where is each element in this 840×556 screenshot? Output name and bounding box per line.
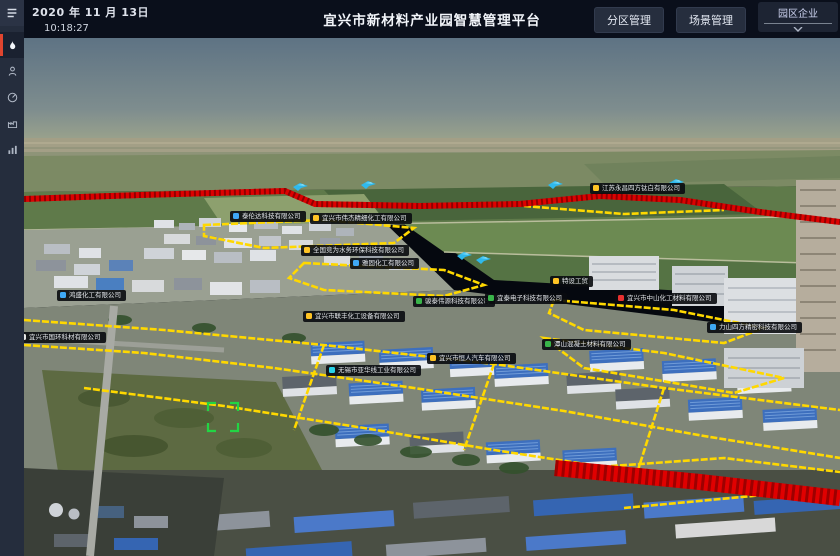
factory-pin-icon	[545, 341, 551, 347]
factory-pin-icon	[306, 313, 312, 319]
company-marker[interactable]: 泰伦达科技有限公司	[230, 211, 306, 222]
company-marker-label: 宜兴市恒人汽车有限公司	[439, 355, 511, 362]
factory-pin-icon	[553, 278, 559, 284]
flame-icon	[6, 39, 19, 52]
company-marker[interactable]: 潭山混凝土材料有限公司	[542, 339, 631, 350]
company-marker-label: 潭山混凝土材料有限公司	[554, 341, 626, 348]
dropdown-label: 园区企业	[778, 3, 818, 23]
company-marker-label: 全国竞为水务环保科技有限公司	[313, 247, 404, 254]
factory-pin-icon	[24, 334, 26, 340]
company-marker[interactable]: 全国竞为水务环保科技有限公司	[301, 245, 409, 256]
sky	[24, 38, 840, 140]
company-marker-label: 宜泰电子科技有限公司	[497, 295, 562, 302]
company-marker[interactable]: 鸿盛化工有限公司	[57, 290, 126, 301]
factory-pin-icon	[353, 260, 359, 266]
factory-pin-icon	[618, 295, 624, 301]
company-marker-label: 鸿盛化工有限公司	[69, 292, 121, 299]
company-marker-label: 骏泰伟源科技有限公司	[425, 298, 490, 305]
hamburger-icon	[5, 6, 19, 20]
factory-pin-icon	[233, 213, 239, 219]
company-marker[interactable]: 宜兴市伟杰精细化工有限公司	[310, 213, 412, 224]
company-marker-label: 宜兴市国环科材有限公司	[29, 334, 101, 341]
factory-pin-icon	[304, 247, 310, 253]
park-enterprises-dropdown[interactable]: 园区企业	[758, 2, 838, 32]
company-marker-label: 雅固化工有限公司	[362, 260, 414, 267]
factory-pin-icon	[329, 367, 335, 373]
company-marker[interactable]: 宜泰电子科技有限公司	[485, 293, 567, 304]
company-marker[interactable]: 宜兴市国环科材有限公司	[24, 332, 106, 343]
company-marker[interactable]: 特设工贸	[550, 276, 593, 287]
factory-pin-icon	[710, 324, 716, 330]
company-marker[interactable]: 宜兴市恒人汽车有限公司	[427, 353, 516, 364]
factory-pin-icon	[416, 298, 422, 304]
company-marker-label: 泰伦达科技有限公司	[242, 213, 301, 220]
sidebar-item-person[interactable]	[0, 58, 24, 84]
company-marker-label: 江苏永昌四方钛白有限公司	[602, 185, 680, 192]
company-marker-label: 宜兴市中山化工材料有限公司	[627, 295, 712, 302]
bar-chart-icon	[6, 143, 19, 156]
factory-pin-icon	[593, 185, 599, 191]
dropdown-divider	[764, 23, 832, 24]
map-viewport[interactable]: 泰伦达科技有限公司 宜兴市伟杰精细化工有限公司 江苏永昌四方钛白有限公司 全国竞…	[24, 38, 840, 556]
company-marker-label: 特设工贸	[562, 278, 588, 285]
factory-pin-icon	[488, 295, 494, 301]
topbar-actions: 分区管理 场景管理 园区企业	[594, 2, 838, 33]
company-marker-label: 力山四方精密科技有限公司	[719, 324, 797, 331]
company-marker-label: 宜兴市联丰化工设备有限公司	[315, 313, 400, 320]
chevron-down-icon	[793, 27, 803, 32]
company-marker[interactable]: 宜兴市联丰化工设备有限公司	[303, 311, 405, 322]
gauge-icon	[6, 91, 19, 104]
company-marker-label: 宜兴市伟杰精细化工有限公司	[322, 215, 407, 222]
company-marker[interactable]: 力山四方精密科技有限公司	[707, 322, 802, 333]
company-marker[interactable]: 江苏永昌四方钛白有限公司	[590, 183, 685, 194]
sidebar-item-gauge[interactable]	[0, 84, 24, 110]
scene-management-button[interactable]: 场景管理	[676, 7, 746, 33]
sidebar-item-fire[interactable]	[0, 32, 24, 58]
left-toolbar	[0, 0, 24, 556]
top-bar: 2020 年 11 月 13日 10:18:27 宜兴市新材料产业园智慧管理平台…	[24, 0, 840, 38]
factory-pin-icon	[60, 292, 66, 298]
factory-pin-icon	[430, 355, 436, 361]
company-marker[interactable]: 雅固化工有限公司	[350, 258, 419, 269]
company-marker[interactable]: 骏泰伟源科技有限公司	[413, 296, 495, 307]
company-marker[interactable]: 宜兴市中山化工材料有限公司	[615, 293, 717, 304]
company-marker[interactable]: 无锡市亚华线工业有限公司	[326, 365, 421, 376]
menu-toggle-button[interactable]	[0, 0, 24, 26]
zone-management-button[interactable]: 分区管理	[594, 7, 664, 33]
person-icon	[6, 65, 19, 78]
factory-pin-icon	[313, 215, 319, 221]
company-marker-label: 无锡市亚华线工业有限公司	[338, 367, 416, 374]
factory-icon	[6, 117, 19, 130]
sidebar-item-factory[interactable]	[0, 110, 24, 136]
sidebar-item-statistics[interactable]	[0, 136, 24, 162]
